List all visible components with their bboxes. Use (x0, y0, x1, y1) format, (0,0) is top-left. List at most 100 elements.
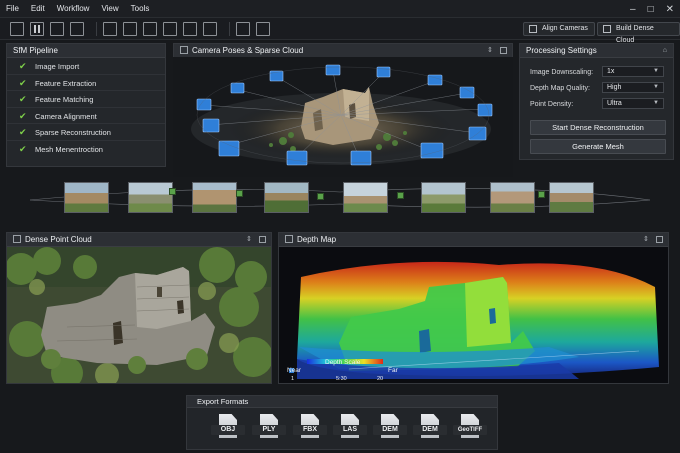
grid-tool-icon[interactable] (123, 21, 137, 36)
camera-tool-icon[interactable] (103, 21, 117, 36)
sfm-step-feature-extraction[interactable]: ✔ Feature Extraction (7, 75, 165, 91)
settings-tool-icon[interactable] (203, 21, 217, 36)
cloud-icon (603, 25, 611, 33)
fullscreen-tool-icon[interactable] (256, 21, 270, 36)
sfm-step-image-import[interactable]: ✔ Image Import (7, 58, 165, 75)
minimize-button[interactable]: – (630, 4, 636, 15)
start-dense-reconstruction-button[interactable]: Start Dense Reconstruction (530, 120, 666, 135)
export-geotiff-button[interactable]: GeoTIFF (453, 414, 487, 440)
list-tool-icon[interactable] (143, 21, 157, 36)
camera-poses-header: Camera Poses & Sparse Cloud ⇕ (174, 44, 512, 58)
photo-thumbnail[interactable] (264, 182, 309, 213)
photo-thumbnail[interactable] (421, 182, 466, 213)
photo-thumbnail[interactable] (549, 182, 594, 213)
menu-file[interactable]: File (0, 0, 25, 18)
menu-edit[interactable]: Edit (25, 0, 51, 18)
export-fbx-button[interactable]: FBX (293, 414, 327, 440)
depth-quality-label: Depth Map Quality: (530, 84, 590, 92)
window-controls: – □ ✕ (630, 0, 674, 18)
photo-thumbnail[interactable] (192, 182, 237, 213)
sfm-step-label: Mesh Menentroction (35, 144, 103, 154)
check-badge-icon (169, 188, 176, 195)
frame-tool-icon[interactable] (50, 21, 64, 36)
chunk-tool-icon[interactable] (163, 21, 177, 36)
format-label: LAS (333, 425, 367, 435)
build-dense-cloud-button[interactable]: Build Dense Cloud (597, 22, 680, 44)
sort-icon[interactable]: ⇕ (246, 236, 253, 243)
bell-icon[interactable]: ⌂ (663, 44, 667, 58)
check-icon: ✔ (19, 143, 27, 154)
check-icon: ✔ (19, 77, 27, 88)
downscaling-row: Image Downscaling: (530, 66, 593, 78)
depth-quality-row: Depth Map Quality: (530, 82, 590, 94)
export-obj-button[interactable]: OBJ (211, 414, 245, 440)
export-formats-header: Export Formats (187, 396, 497, 408)
region-tool-icon[interactable] (70, 21, 84, 36)
export-dem-alt-button[interactable]: DEM (413, 414, 447, 440)
maximize-panel-icon[interactable] (656, 236, 663, 243)
camera-poses-panel: Camera Poses & Sparse Cloud ⇕ (173, 43, 513, 58)
downscaling-select[interactable]: 1x ▼ (602, 66, 664, 77)
check-badge-icon (317, 193, 324, 200)
depth-map-panel: Depth Map ⇕ Depth Scale Near Far 1 5:30 … (278, 232, 669, 384)
processing-settings-header: Processing Settings ⌂ (520, 44, 673, 58)
menu-workflow[interactable]: Workflow (51, 0, 96, 18)
sfm-step-label: Feature Extraction (35, 78, 97, 88)
sfm-step-label: Image Import (35, 62, 80, 71)
depth-near-label: Near (287, 367, 302, 374)
export-las-button[interactable]: LAS (333, 414, 367, 440)
layers-tool-icon[interactable] (183, 21, 197, 36)
check-badge-icon (397, 192, 404, 199)
sfm-step-camera-alignment[interactable]: ✔ Camera Alignment (7, 108, 165, 124)
depth-min-value: 1 (291, 376, 295, 382)
dense-cloud-render[interactable] (5, 247, 273, 389)
check-icon: ✔ (19, 94, 27, 104)
sort-icon[interactable]: ⇕ (487, 47, 494, 54)
photo-thumbnail[interactable] (490, 182, 535, 213)
point-density-label: Point Density: (530, 100, 574, 108)
photo-thumbnail[interactable] (343, 182, 388, 213)
sfm-step-label: Sparse Reconstruction (35, 128, 111, 137)
sfm-step-sparse-reconstruction[interactable]: ✔ Sparse Reconstruction (7, 124, 165, 141)
photo-thumbnail[interactable] (128, 182, 173, 213)
maximize-button[interactable]: □ (648, 4, 654, 15)
sparse-cloud-scene (191, 64, 493, 166)
close-button[interactable]: ✕ (666, 4, 674, 15)
sfm-step-label: Camera Alignment (35, 111, 97, 121)
visibility-checkbox[interactable] (180, 46, 188, 54)
export-ply-button[interactable]: PLY (252, 414, 286, 440)
photo-thumbnail[interactable] (64, 182, 109, 213)
check-icon: ✔ (19, 110, 27, 121)
menu-bar: File Edit Workflow View Tools – □ ✕ (0, 0, 680, 18)
export-dem-button[interactable]: DEM (373, 414, 407, 440)
visibility-checkbox[interactable] (13, 235, 21, 243)
camera-icon (529, 25, 537, 33)
format-label: DEM (413, 425, 447, 435)
camera-poses-viewport[interactable] (173, 57, 513, 177)
sfm-step-mesh[interactable]: ✔ Mesh Menentroction (7, 141, 165, 158)
chevron-down-icon: ▼ (653, 84, 659, 90)
visibility-checkbox[interactable] (285, 235, 293, 243)
sfm-step-feature-matching[interactable]: ✔ Feature Matching (7, 91, 165, 108)
depth-quality-value: High (607, 84, 622, 91)
dense-point-cloud-title: Dense Point Cloud (25, 235, 92, 244)
export-tool-icon[interactable] (236, 21, 250, 36)
menu-view[interactable]: View (95, 0, 124, 18)
format-label: FBX (293, 425, 327, 435)
format-label: PLY (252, 425, 286, 435)
menu-tools[interactable]: Tools (125, 0, 156, 18)
maximize-panel-icon[interactable] (500, 47, 507, 54)
sort-icon[interactable]: ⇕ (643, 236, 650, 243)
select-tool-icon[interactable] (10, 21, 24, 36)
generate-mesh-button[interactable]: Generate Mesh (530, 139, 666, 154)
downscaling-value: 1x (607, 68, 615, 75)
sfm-pipeline-header: SfM Pipeline (7, 44, 165, 58)
point-density-select[interactable]: Ultra ▼ (602, 98, 664, 109)
align-cameras-label: Align Cameras (542, 25, 588, 32)
maximize-panel-icon[interactable] (259, 236, 266, 243)
format-label: GeoTIFF (453, 425, 487, 435)
depth-quality-select[interactable]: High ▼ (602, 82, 664, 93)
sfm-step-label: Feature Matching (35, 95, 94, 104)
align-cameras-button[interactable]: Align Cameras (523, 22, 595, 36)
pause-tool-icon[interactable] (30, 21, 44, 36)
